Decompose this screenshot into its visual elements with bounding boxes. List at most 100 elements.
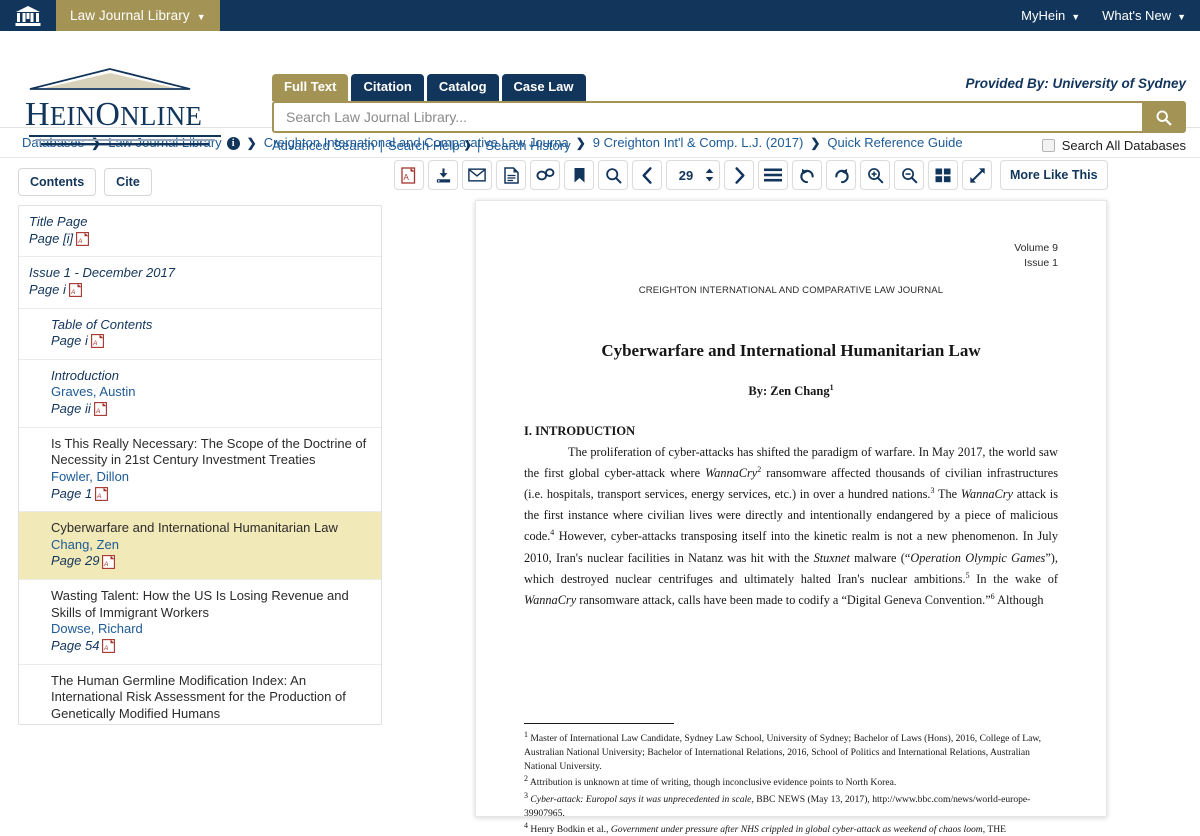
tab-contents[interactable]: Contents (18, 168, 97, 196)
pdf-icon[interactable]: A (90, 334, 104, 349)
database-selector[interactable]: Law Journal Library ▼ (56, 0, 220, 31)
document-title: Cyberwarfare and International Humanitar… (601, 341, 981, 361)
next-page-button[interactable] (724, 160, 754, 190)
wordmark-nline: NLINE (120, 101, 203, 131)
pdf-icon[interactable]: A (102, 639, 116, 654)
pdf-button[interactable]: A (394, 160, 424, 190)
previous-page-button[interactable] (632, 160, 662, 190)
search-all-databases-checkbox[interactable] (1041, 139, 1055, 152)
volume-issue-block: Volume 9 Issue 1 (524, 241, 1058, 271)
myhein-menu[interactable]: MyHein ▼ (1021, 8, 1080, 23)
page-number-input[interactable] (676, 167, 696, 183)
pdf-icon[interactable]: A (76, 231, 90, 246)
search-input[interactable] (274, 103, 1142, 132)
more-like-this-button[interactable]: More Like This (1000, 160, 1108, 190)
document-button[interactable] (496, 160, 526, 190)
link-button[interactable] (530, 160, 560, 190)
top-nav-right-group: MyHein ▼ What's New ▼ (1021, 0, 1200, 31)
list-item[interactable]: Table of Contents Page i A (19, 309, 381, 360)
toc-item-author[interactable]: Chang, Zen (51, 537, 371, 554)
search-bar (272, 101, 1186, 134)
svg-text:A: A (95, 408, 100, 415)
svg-text:A: A (77, 238, 82, 245)
heinonline-logo[interactable]: HEINONLINE (25, 67, 225, 150)
rotate-left-icon (799, 168, 814, 183)
heinonline-wordmark: HEINONLINE (25, 98, 225, 132)
tab-full-text[interactable]: Full Text (272, 74, 349, 102)
zoom-out-button[interactable] (894, 160, 924, 190)
page-number-control[interactable] (666, 160, 720, 190)
bookmark-icon (574, 167, 584, 182)
tab-citation[interactable]: Citation (351, 74, 424, 102)
tab-cite[interactable]: Cite (104, 168, 152, 196)
zoom-out-icon (901, 167, 917, 183)
zoom-in-button[interactable] (860, 160, 890, 190)
menu-button[interactable] (758, 160, 788, 190)
list-item-active[interactable]: Cyberwarfare and International Humanitar… (19, 512, 381, 580)
tab-catalog[interactable]: Catalog (426, 74, 499, 102)
toc-item-page[interactable]: Page i A (29, 282, 371, 299)
byline-text: By: Zen Chang (748, 384, 830, 399)
toc-item-page[interactable]: Page 54 A (51, 638, 371, 655)
top-navigation-bar: Law Journal Library ▼ MyHein ▼ What's Ne… (0, 0, 1200, 31)
search-in-document-button[interactable] (598, 160, 628, 190)
fullscreen-button[interactable] (962, 160, 992, 190)
toc-item-title: The Human Germline Modification Index: A… (51, 672, 346, 721)
toc-item-page[interactable]: Page 1 A (51, 486, 371, 503)
toc-item-page[interactable]: Page [i] A (29, 231, 371, 248)
search-help-link[interactable]: Search Help (388, 138, 460, 153)
search-all-databases-option[interactable]: Search All Databases (1041, 138, 1186, 153)
toc-item-title: Cyberwarfare and International Humanitar… (51, 520, 338, 536)
chevron-down-icon[interactable]: ❯ (464, 140, 472, 151)
toc-item-title: Introduction (51, 367, 119, 383)
chevron-down-icon: ▼ (1071, 11, 1081, 22)
sidebar: Contents Cite Title Page Page [i] A Issu… (0, 158, 382, 817)
sidebar-tabs: Contents Cite (18, 168, 382, 196)
toc-item-author[interactable]: Graves, Austin (51, 384, 371, 401)
list-item[interactable]: Introduction Graves, Austin Page ii A (19, 360, 381, 428)
pdf-icon[interactable]: A (102, 554, 116, 569)
toc-item-author[interactable]: Glanzer, Jason (51, 722, 371, 724)
database-selector-label: Law Journal Library (70, 8, 190, 23)
pdf-icon[interactable]: A (93, 402, 107, 417)
issue-label: Issue 1 (1024, 257, 1058, 270)
zoom-in-icon (867, 167, 883, 183)
advanced-search-link[interactable]: Advanced Search (272, 138, 375, 153)
list-item[interactable]: Wasting Talent: How the US Is Losing Rev… (19, 580, 381, 665)
toc-item-title: Table of Contents (51, 316, 153, 332)
list-item[interactable]: Is This Really Necessary: The Scope of t… (19, 428, 381, 513)
previous-page-icon (641, 166, 652, 184)
wordmark-h: H (25, 96, 50, 133)
toc-item-page[interactable]: Page 29 A (51, 553, 371, 570)
toc-item-title: Is This Really Necessary: The Scope of t… (51, 435, 367, 468)
myhein-label: MyHein (1021, 8, 1066, 23)
svg-text:A: A (103, 561, 108, 568)
list-item[interactable]: Issue 1 - December 2017 Page i A (19, 257, 381, 309)
toc-item-author[interactable]: Fowler, Dillon (51, 469, 371, 486)
bookmark-button[interactable] (564, 160, 594, 190)
rotate-right-button[interactable] (826, 160, 856, 190)
email-button[interactable] (462, 160, 492, 190)
list-item[interactable]: Title Page Page [i] A (19, 206, 381, 258)
whats-new-menu[interactable]: What's New ▼ (1102, 8, 1186, 23)
heinonline-pediment-icon (29, 68, 191, 90)
rotate-left-button[interactable] (792, 160, 822, 190)
toc-item-page-label: Page i (51, 333, 88, 349)
search-tabs: Full Text Citation Catalog Case Law (272, 74, 1186, 102)
toc-item-author[interactable]: Dowse, Richard (51, 621, 371, 638)
spinner-up-down-icon[interactable] (705, 168, 714, 182)
chevron-down-icon: ▼ (1177, 11, 1186, 22)
tab-case-law[interactable]: Case Law (501, 74, 586, 102)
info-icon[interactable]: i (226, 137, 240, 150)
thumbnails-button[interactable] (928, 160, 958, 190)
heinonline-home-logo[interactable] (0, 0, 56, 31)
search-all-databases-label: Search All Databases (1061, 138, 1186, 153)
search-submit-button[interactable] (1142, 103, 1184, 132)
pdf-icon[interactable]: A (68, 283, 82, 298)
search-history-link[interactable]: Search History (485, 138, 570, 153)
list-item[interactable]: The Human Germline Modification Index: A… (19, 665, 381, 725)
download-button[interactable] (428, 160, 458, 190)
toc-item-page[interactable]: Page ii A (51, 401, 371, 418)
toc-item-page[interactable]: Page i A (51, 333, 371, 350)
pdf-icon[interactable]: A (95, 486, 109, 501)
